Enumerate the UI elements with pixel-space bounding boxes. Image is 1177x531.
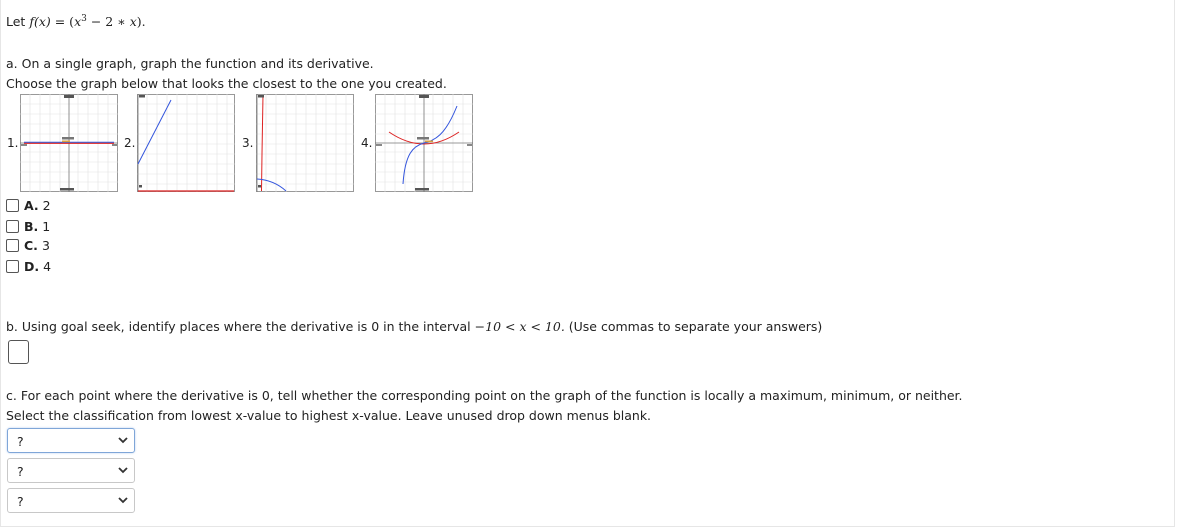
minus-term: − 2 ∗ <box>86 14 130 30</box>
problem-statement: Let f(x) = (x3 − 2 ∗ x). <box>6 14 146 29</box>
derivative-zero-answer-input[interactable] <box>8 340 29 364</box>
option-b[interactable]: B. 1 <box>6 218 50 234</box>
graph-4-image[interactable] <box>375 94 473 192</box>
option-a-value: 2 <box>42 197 51 213</box>
graph-number-3: 3. <box>242 136 254 150</box>
classification-dropdown-1[interactable]: ? <box>7 428 135 453</box>
dropdown-2-value: ? <box>17 464 24 479</box>
part-b-pre: b. Using goal seek, identify places wher… <box>6 319 475 334</box>
chevron-down-icon <box>118 497 128 504</box>
part-c-instruction: c. For each point where the derivative i… <box>6 388 963 403</box>
part-c-subinstruction: Select the classification from lowest x-… <box>6 408 652 423</box>
option-d-value: 4 <box>43 258 52 274</box>
option-b-letter: B. <box>24 218 39 234</box>
graph-number-4: 4. <box>361 136 373 150</box>
graph-2-image[interactable] <box>137 94 235 192</box>
option-c-value: 3 <box>41 237 50 253</box>
option-a-letter: A. <box>24 197 39 213</box>
part-a-instruction: a. On a single graph, graph the function… <box>6 56 374 71</box>
eq-symbol: = ( <box>50 14 75 30</box>
part-b-post: (Use commas to separate your answers) <box>564 319 823 334</box>
part-b-interval: −10 < x < 10. <box>474 319 565 334</box>
option-d[interactable]: D. 4 <box>6 258 51 274</box>
graph-number-2: 2. <box>124 136 136 150</box>
part-a-subinstruction: Choose the graph below that looks the cl… <box>6 76 447 91</box>
problem-prefix: Let <box>6 14 30 30</box>
graph-number-1: 1. <box>7 136 19 150</box>
option-d-letter: D. <box>24 258 40 274</box>
option-d-checkbox[interactable] <box>6 259 19 273</box>
classification-dropdown-3[interactable]: ? <box>7 488 135 513</box>
chevron-down-icon <box>118 437 128 444</box>
option-a[interactable]: A. 2 <box>6 197 51 213</box>
classification-dropdown-2[interactable]: ? <box>7 458 135 483</box>
option-c[interactable]: C. 3 <box>6 237 50 253</box>
option-c-checkbox[interactable] <box>6 238 19 252</box>
dropdown-1-value: ? <box>17 434 24 449</box>
chevron-down-icon <box>118 467 128 474</box>
graph-1-image[interactable] <box>20 94 118 192</box>
close-paren: ). <box>136 14 146 30</box>
option-b-checkbox[interactable] <box>6 219 19 233</box>
option-a-checkbox[interactable] <box>6 198 19 212</box>
x-var-2: x <box>129 14 137 30</box>
option-b-value: 1 <box>42 218 51 234</box>
fx-symbol: f(x) <box>29 14 51 30</box>
part-b-instruction: b. Using goal seek, identify places wher… <box>6 319 822 334</box>
graph-3-image[interactable] <box>256 94 354 192</box>
dropdown-3-value: ? <box>17 494 24 509</box>
option-c-letter: C. <box>24 237 38 253</box>
